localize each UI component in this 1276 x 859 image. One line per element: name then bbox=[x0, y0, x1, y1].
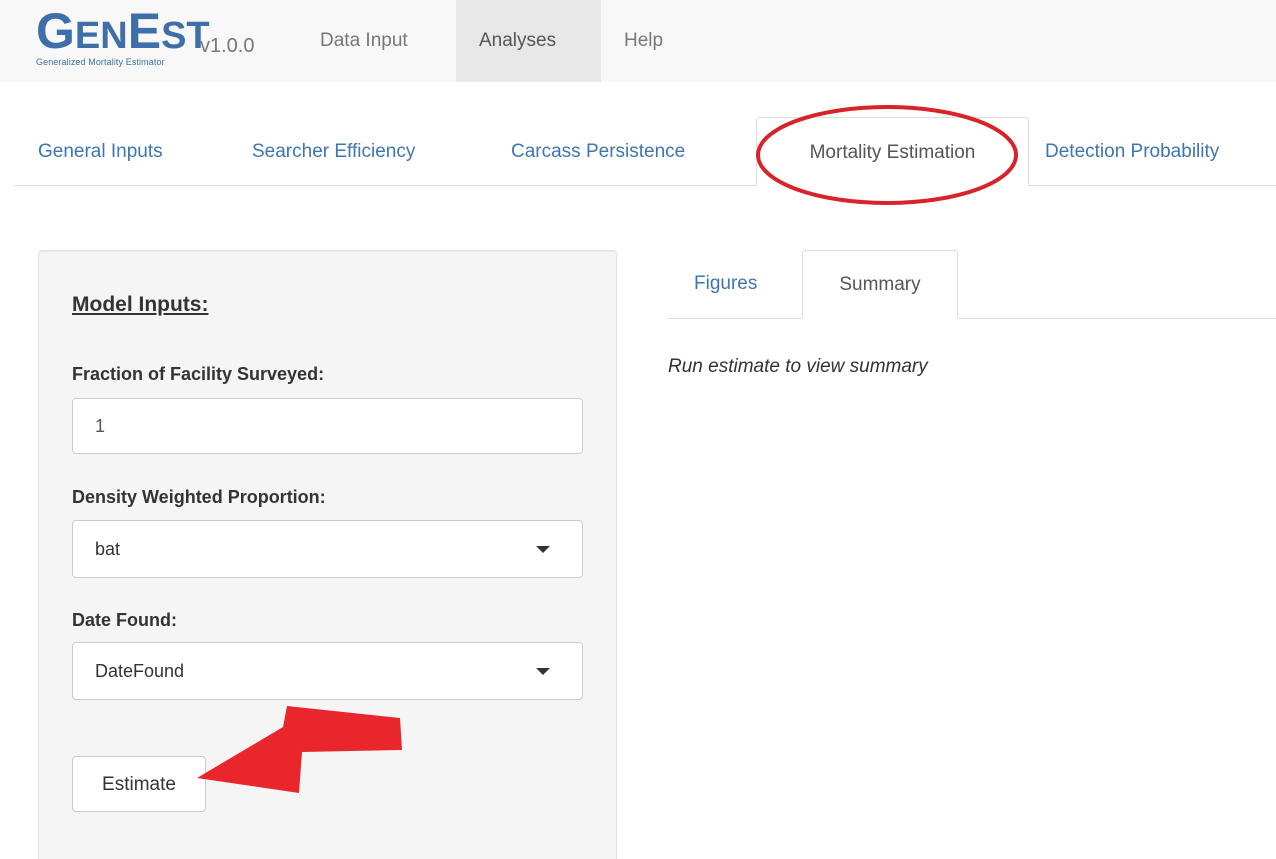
dwp-select[interactable]: bat bbox=[72, 520, 583, 578]
date-found-select[interactable]: DateFound bbox=[72, 642, 583, 700]
nav-analyses[interactable]: Analyses bbox=[456, 0, 601, 82]
model-inputs-title: Model Inputs: bbox=[72, 293, 209, 316]
tab-general-inputs[interactable]: General Inputs bbox=[38, 117, 163, 185]
results-tabs: Figures Summary bbox=[668, 250, 1276, 319]
tab-figures[interactable]: Figures bbox=[694, 250, 757, 318]
nav-help[interactable]: Help bbox=[601, 0, 686, 82]
model-inputs-panel: Model Inputs: Fraction of Facility Surve… bbox=[38, 250, 617, 859]
genest-app: GENEST Generalized Mortality Estimator v… bbox=[0, 0, 1276, 859]
tab-carcass-persistence[interactable]: Carcass Persistence bbox=[511, 117, 685, 185]
top-navbar: GENEST Generalized Mortality Estimator v… bbox=[0, 0, 1276, 82]
caret-down-icon bbox=[536, 546, 550, 553]
fraction-surveyed-label: Fraction of Facility Surveyed: bbox=[72, 364, 325, 384]
fraction-surveyed-value: 1 bbox=[95, 416, 106, 436]
tab-searcher-efficiency[interactable]: Searcher Efficiency bbox=[252, 117, 415, 185]
tab-summary[interactable]: Summary bbox=[802, 250, 958, 319]
dwp-label: Density Weighted Proportion: bbox=[72, 487, 326, 507]
fraction-surveyed-input[interactable]: 1 bbox=[72, 398, 583, 454]
date-found-label: Date Found: bbox=[72, 610, 177, 630]
analysis-tabs: General Inputs Searcher Efficiency Carca… bbox=[14, 117, 1276, 186]
logo-wordmark: GENEST bbox=[36, 3, 210, 59]
summary-message: Run estimate to view summary bbox=[668, 356, 928, 377]
caret-down-icon bbox=[536, 668, 550, 675]
date-found-selected-value: DateFound bbox=[95, 661, 185, 681]
nav-data-input[interactable]: Data Input bbox=[297, 0, 431, 82]
logo-tagline: Generalized Mortality Estimator bbox=[36, 57, 165, 67]
estimate-button[interactable]: Estimate bbox=[72, 756, 206, 812]
app-version: v1.0.0 bbox=[200, 35, 255, 57]
tab-mortality-estimation[interactable]: Mortality Estimation bbox=[756, 117, 1029, 186]
tab-detection-probability[interactable]: Detection Probability bbox=[1045, 117, 1219, 185]
dwp-selected-value: bat bbox=[95, 539, 121, 559]
genest-logo: GENEST Generalized Mortality Estimator bbox=[36, 6, 210, 67]
